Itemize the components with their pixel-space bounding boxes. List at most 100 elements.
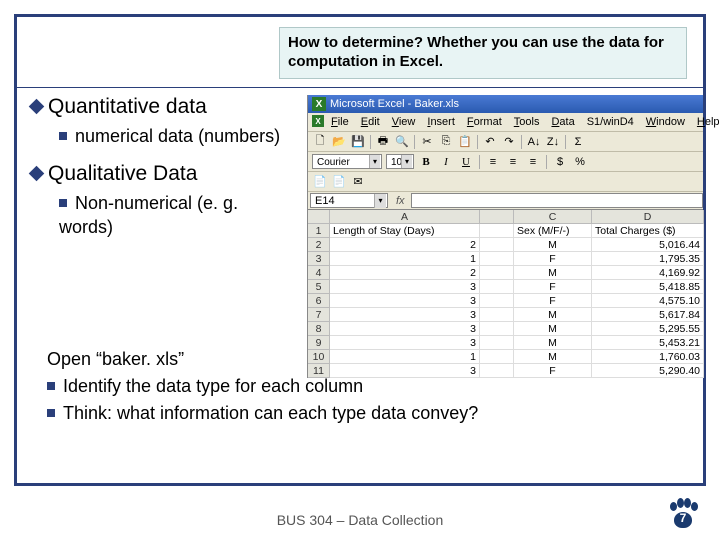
new-icon[interactable]: 🗋 bbox=[312, 134, 328, 150]
row-header[interactable]: 1 bbox=[308, 224, 330, 238]
cell-sex[interactable]: M bbox=[514, 308, 592, 322]
sort-desc-icon[interactable]: Z↓ bbox=[545, 134, 561, 150]
cell-empty[interactable] bbox=[480, 238, 514, 252]
redo-icon[interactable]: ↷ bbox=[501, 134, 517, 150]
pdf-mail-icon[interactable]: ✉ bbox=[350, 174, 366, 190]
header-cell[interactable]: Length of Stay (Days) bbox=[330, 224, 480, 238]
cell-sex[interactable]: F bbox=[514, 294, 592, 308]
row-header[interactable]: 4 bbox=[308, 266, 330, 280]
cut-icon[interactable]: ✂ bbox=[419, 134, 435, 150]
percent-icon[interactable]: % bbox=[572, 154, 588, 170]
cell-charges[interactable]: 5,617.84 bbox=[592, 308, 704, 322]
table-row: 83 M5,295.55 bbox=[308, 322, 703, 336]
cell-charges[interactable]: 5,418.85 bbox=[592, 280, 704, 294]
qual-sub: Non-numerical (e. g. words) bbox=[59, 192, 291, 239]
save-icon[interactable]: 💾 bbox=[350, 134, 366, 150]
cell-sex[interactable]: F bbox=[514, 280, 592, 294]
sum-icon[interactable]: Σ bbox=[570, 134, 586, 150]
cell-charges[interactable]: 4,169.92 bbox=[592, 266, 704, 280]
print-icon[interactable]: 🖶 bbox=[375, 134, 391, 150]
row-header[interactable]: 5 bbox=[308, 280, 330, 294]
paste-icon[interactable]: 📋 bbox=[457, 134, 473, 150]
cell-sex[interactable]: M bbox=[514, 238, 592, 252]
italic-icon[interactable]: I bbox=[438, 154, 454, 170]
menu-data[interactable]: Data bbox=[546, 115, 579, 129]
col-header-d[interactable]: D bbox=[592, 210, 704, 224]
menu-edit[interactable]: Edit bbox=[356, 115, 385, 129]
copy-icon[interactable]: ⎘ bbox=[438, 134, 454, 150]
table-row: 73 M5,617.84 bbox=[308, 308, 703, 322]
cell-length[interactable]: 3 bbox=[330, 308, 480, 322]
sort-asc-icon[interactable]: A↓ bbox=[526, 134, 542, 150]
instr-line-2: Think: what information can each type da… bbox=[47, 401, 683, 426]
cell-length[interactable]: 1 bbox=[330, 252, 480, 266]
col-header-a[interactable]: A bbox=[330, 210, 480, 224]
fx-icon[interactable]: fx bbox=[390, 195, 411, 207]
cell-charges[interactable]: 1,795.35 bbox=[592, 252, 704, 266]
col-header-b[interactable] bbox=[480, 210, 514, 224]
callout-box: How to determine? Whether you can use th… bbox=[279, 27, 687, 79]
table-row: 63 F4,575.10 bbox=[308, 294, 703, 308]
fontsize-selector[interactable]: 10 bbox=[386, 154, 414, 169]
align-center-icon[interactable]: ≡ bbox=[505, 154, 521, 170]
excel-title-text: Microsoft Excel - Baker.xls bbox=[330, 98, 459, 110]
row-header[interactable]: 8 bbox=[308, 322, 330, 336]
align-right-icon[interactable]: ≡ bbox=[525, 154, 541, 170]
cell-length[interactable]: 2 bbox=[330, 266, 480, 280]
header-cell[interactable] bbox=[480, 224, 514, 238]
cell-charges[interactable]: 5,016.44 bbox=[592, 238, 704, 252]
align-left-icon[interactable]: ≡ bbox=[485, 154, 501, 170]
cell-length[interactable]: 2 bbox=[330, 238, 480, 252]
formula-input[interactable] bbox=[411, 193, 703, 208]
menu-tools[interactable]: Tools bbox=[509, 115, 545, 129]
header-cell[interactable]: Total Charges ($) bbox=[592, 224, 704, 238]
currency-icon[interactable]: $ bbox=[552, 154, 568, 170]
qual-title-text: Qualitative Data bbox=[48, 162, 197, 185]
menu-format[interactable]: Format bbox=[462, 115, 507, 129]
cell-charges[interactable]: 4,575.10 bbox=[592, 294, 704, 308]
cell-empty[interactable] bbox=[480, 294, 514, 308]
select-all-corner[interactable] bbox=[308, 210, 330, 224]
menu-window[interactable]: Window bbox=[641, 115, 690, 129]
open-icon[interactable]: 📂 bbox=[331, 134, 347, 150]
pdf-icon[interactable]: 📄 bbox=[312, 174, 328, 190]
font-selector[interactable]: Courier bbox=[312, 154, 382, 169]
bold-icon[interactable]: B bbox=[418, 154, 434, 170]
header-cell[interactable]: Sex (M/F/-) bbox=[514, 224, 592, 238]
cell-empty[interactable] bbox=[480, 266, 514, 280]
instructions: Open “baker. xls” Identify the data type… bbox=[47, 347, 683, 429]
cell-length[interactable]: 3 bbox=[330, 280, 480, 294]
cell-length[interactable]: 3 bbox=[330, 322, 480, 336]
cell-empty[interactable] bbox=[480, 308, 514, 322]
bullet-content: Quantitative data numerical data (number… bbox=[31, 95, 291, 253]
row-header[interactable]: 7 bbox=[308, 308, 330, 322]
cell-empty[interactable] bbox=[480, 322, 514, 336]
cell-empty[interactable] bbox=[480, 280, 514, 294]
menu-file[interactable]: File bbox=[326, 115, 354, 129]
name-box[interactable]: E14 bbox=[310, 193, 388, 208]
menu-insert[interactable]: Insert bbox=[422, 115, 460, 129]
row-header[interactable]: 2 bbox=[308, 238, 330, 252]
excel-menubar[interactable]: X File Edit View Insert Format Tools Dat… bbox=[308, 113, 703, 132]
separator bbox=[565, 135, 566, 149]
undo-icon[interactable]: ↶ bbox=[482, 134, 498, 150]
cell-length[interactable]: 3 bbox=[330, 294, 480, 308]
preview-icon[interactable]: 🔍 bbox=[394, 134, 410, 150]
cell-charges[interactable]: 5,295.55 bbox=[592, 322, 704, 336]
pdf-convert-icon[interactable]: 📄 bbox=[331, 174, 347, 190]
table-row: 53 F5,418.85 bbox=[308, 280, 703, 294]
page-number-badge: 7 bbox=[666, 498, 700, 532]
menu-addin[interactable]: S1/winD4 bbox=[582, 115, 639, 129]
menu-help[interactable]: Help bbox=[692, 115, 720, 129]
separator bbox=[546, 155, 547, 169]
menu-view[interactable]: View bbox=[387, 115, 421, 129]
row-header[interactable]: 3 bbox=[308, 252, 330, 266]
cell-sex[interactable]: F bbox=[514, 252, 592, 266]
cell-sex[interactable]: M bbox=[514, 266, 592, 280]
row-header[interactable]: 6 bbox=[308, 294, 330, 308]
underline-icon[interactable]: U bbox=[458, 154, 474, 170]
col-header-c[interactable]: C bbox=[514, 210, 592, 224]
qual-heading: Qualitative Data bbox=[31, 162, 291, 186]
cell-sex[interactable]: M bbox=[514, 322, 592, 336]
cell-empty[interactable] bbox=[480, 252, 514, 266]
